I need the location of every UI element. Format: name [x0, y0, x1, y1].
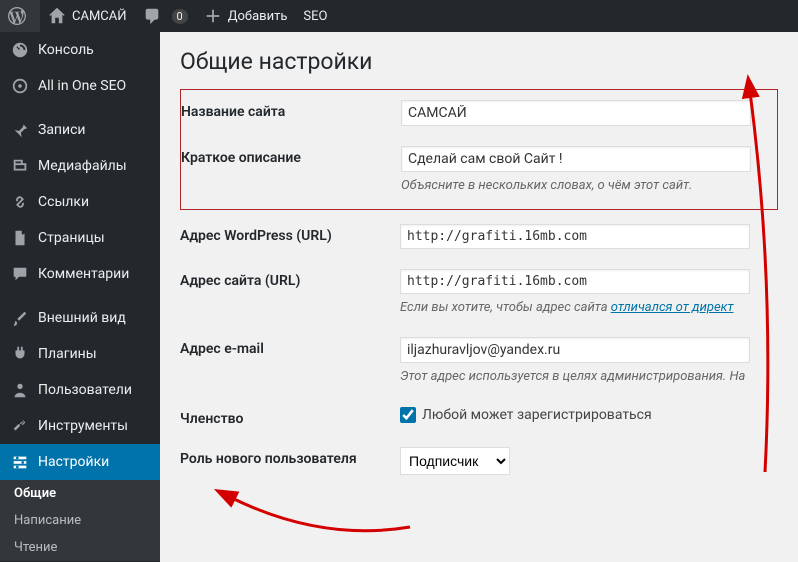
seo-icon	[10, 76, 30, 96]
site-name: САМСАЙ	[72, 9, 127, 24]
sidebar-item-label: Комментарии	[38, 266, 129, 282]
sidebar-item-tools[interactable]: Инструменты	[0, 408, 160, 444]
annotation-arrow	[220, 487, 420, 551]
sidebar-item-plugins[interactable]: Плагины	[0, 336, 160, 372]
users-icon	[10, 380, 30, 400]
sidebar-item-label: All in One SEO	[38, 78, 126, 94]
siteurl-label: Адрес сайта (URL)	[180, 269, 400, 289]
comment-icon	[10, 264, 30, 284]
sidebar-item-pages[interactable]: Страницы	[0, 220, 160, 256]
tools-icon	[10, 416, 30, 436]
dashboard-icon	[10, 40, 30, 60]
admin-bar: САМСАЙ 0 Добавить SEO	[0, 0, 798, 32]
comment-icon	[143, 7, 161, 25]
plus-icon	[204, 7, 222, 25]
siteurl-input[interactable]	[400, 269, 750, 294]
link-icon	[10, 192, 30, 212]
sidebar-item-aioseo[interactable]: All in One SEO	[0, 68, 160, 104]
role-label: Роль нового пользователя	[180, 447, 400, 467]
site-title-input[interactable]	[401, 100, 751, 126]
sidebar-item-label: Внешний вид	[38, 310, 126, 326]
seo-link[interactable]: SEO	[295, 0, 335, 32]
membership-label: Членство	[180, 407, 400, 427]
email-desc: Этот адрес используется в целях админист…	[400, 368, 778, 386]
membership-checkbox-label[interactable]: Любой может зарегистрироваться	[400, 407, 652, 423]
brush-icon	[10, 308, 30, 328]
submenu-item-reading[interactable]: Чтение	[0, 534, 160, 561]
tagline-desc: Объясните в нескольких словах, о чём это…	[401, 177, 765, 195]
pin-icon	[10, 120, 30, 140]
sidebar-item-label: Инструменты	[38, 418, 128, 434]
sidebar-item-comments[interactable]: Комментарии	[0, 256, 160, 292]
role-select[interactable]: Подписчик	[400, 447, 510, 475]
content-area: Общие настройки Название сайта Краткое о…	[160, 32, 798, 562]
siteurl-desc-link[interactable]: отличался от директ	[611, 300, 734, 315]
add-new-link[interactable]: Добавить	[196, 0, 296, 32]
sidebar-item-dashboard[interactable]: Консоль	[0, 32, 160, 68]
highlight-box: Название сайта Краткое описание Объяснит…	[180, 89, 778, 210]
sidebar-item-users[interactable]: Пользователи	[0, 372, 160, 408]
sidebar-item-label: Настройки	[38, 454, 109, 470]
settings-icon	[10, 452, 30, 472]
tagline-label: Краткое описание	[181, 146, 401, 166]
submenu-item-writing[interactable]: Написание	[0, 507, 160, 534]
site-title-label: Название сайта	[181, 100, 401, 120]
page-title: Общие настройки	[180, 48, 778, 75]
comments-count: 0	[172, 9, 188, 24]
sidebar-item-links[interactable]: Ссылки	[0, 184, 160, 220]
sidebar-item-label: Страницы	[38, 230, 105, 246]
tagline-input[interactable]	[401, 146, 751, 172]
sidebar-item-label: Консоль	[38, 42, 94, 58]
add-new-label: Добавить	[228, 9, 288, 24]
admin-sidebar: Консоль All in One SEO Записи Медиафайлы…	[0, 32, 160, 562]
siteurl-desc: Если вы хотите, чтобы адрес сайта отлича…	[400, 299, 778, 317]
submenu-item-general[interactable]: Общие	[0, 480, 160, 507]
sidebar-item-appearance[interactable]: Внешний вид	[0, 300, 160, 336]
wordpress-icon	[8, 7, 26, 25]
wpurl-label: Адрес WordPress (URL)	[180, 224, 400, 244]
comments-link[interactable]: 0	[135, 0, 196, 32]
sidebar-item-settings[interactable]: Настройки	[0, 444, 160, 480]
media-icon	[10, 156, 30, 176]
site-home-link[interactable]: САМСАЙ	[40, 0, 135, 32]
wpurl-input[interactable]	[400, 224, 750, 249]
seo-label: SEO	[303, 9, 327, 24]
home-icon	[48, 7, 66, 25]
page-icon	[10, 228, 30, 248]
sidebar-item-label: Медиафайлы	[38, 158, 127, 174]
plugin-icon	[10, 344, 30, 364]
sidebar-item-label: Пользователи	[38, 382, 132, 398]
sidebar-item-label: Плагины	[38, 346, 97, 362]
email-input[interactable]	[400, 337, 750, 363]
sidebar-item-label: Ссылки	[38, 194, 89, 210]
sidebar-item-posts[interactable]: Записи	[0, 112, 160, 148]
sidebar-item-media[interactable]: Медиафайлы	[0, 148, 160, 184]
membership-checkbox[interactable]	[400, 407, 416, 423]
wp-logo[interactable]	[0, 0, 40, 32]
sidebar-item-label: Записи	[38, 122, 86, 138]
settings-submenu: Общие Написание Чтение	[0, 480, 160, 561]
email-label: Адрес e-mail	[180, 337, 400, 357]
